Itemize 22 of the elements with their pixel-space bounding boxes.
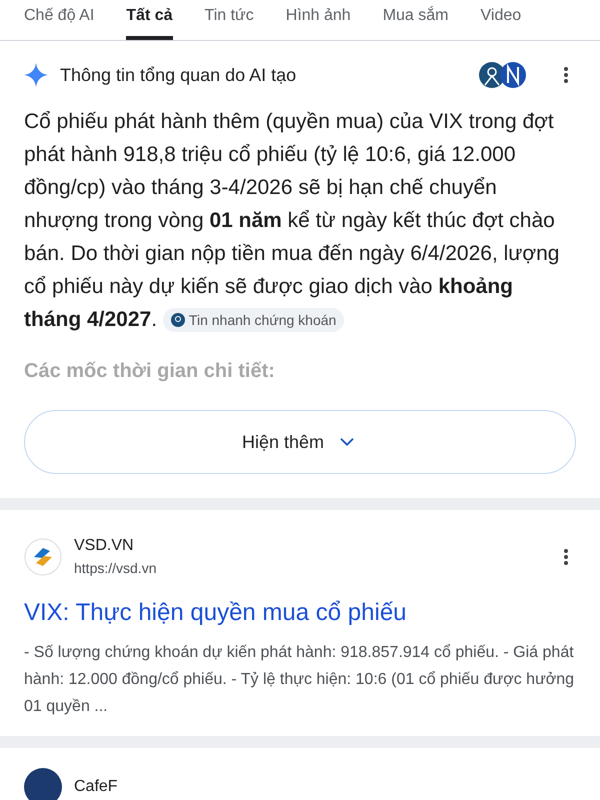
source-logos-icon bbox=[478, 61, 528, 89]
citation-chip[interactable]: Tin nhanh chứng khoán bbox=[162, 308, 344, 332]
faded-heading: Các mốc thời gian chi tiết: bbox=[24, 359, 276, 384]
sparkle-icon bbox=[24, 63, 48, 87]
tab[interactable]: Tin tức bbox=[204, 4, 254, 40]
tab[interactable]: Video bbox=[480, 4, 522, 40]
result-snippet: - Số lượng chứng khoán dự kiến phát hành: 918.857.914 cổ phiếu. - Giá phát hành: 12.000 đồng/cổ phiếu. - Tỷ lệ thực hiện: 10:6 (01 cổ phiếu được hưởng 01 quyền ... bbox=[24, 643, 576, 717]
overview-text: Cổ phiếu phát hành thêm (quyền mua) của VIX trong đợt phát hành 918,8 triệu cổ phiếu (tỷ lệ 10:6, giá 12.000 đồng/cp) vào tháng 3-4/2026 sẽ bị hạn chế chuyển nhượng trong vòng 01 năm kể từ ngày kết thúc đợt chào bán. Do thời gian nộp tiền mua đến ngày 6/4/2026, lượng cổ phiếu này dự kiến sẽ được giao dịch vào khoảng tháng 4/2027. Tin nhanh chứng khoán bbox=[24, 109, 560, 334]
more-vertical-icon bbox=[564, 67, 568, 83]
tab[interactable]: Mua sắm bbox=[382, 4, 448, 40]
source-logo-icon bbox=[170, 313, 185, 328]
tab[interactable]: Chế độ AI bbox=[24, 4, 94, 40]
result-title-link[interactable]: VIX: Thực hiện quyền mua cổ phiếu bbox=[24, 595, 576, 631]
site-name: CafeF bbox=[74, 777, 118, 797]
show-more-button[interactable]: Hiện thêm bbox=[24, 410, 576, 474]
tab[interactable]: Tất cả bbox=[126, 4, 173, 40]
site-name: VSD.VN bbox=[74, 536, 135, 556]
site-url: https://vsd.vn bbox=[74, 559, 158, 578]
tab[interactable]: Hình ảnh bbox=[286, 4, 351, 40]
site-logo-icon bbox=[24, 768, 62, 800]
overview-title: Thông tin tổng quan do AI tạo bbox=[60, 64, 298, 87]
more-vertical-icon bbox=[564, 548, 568, 564]
